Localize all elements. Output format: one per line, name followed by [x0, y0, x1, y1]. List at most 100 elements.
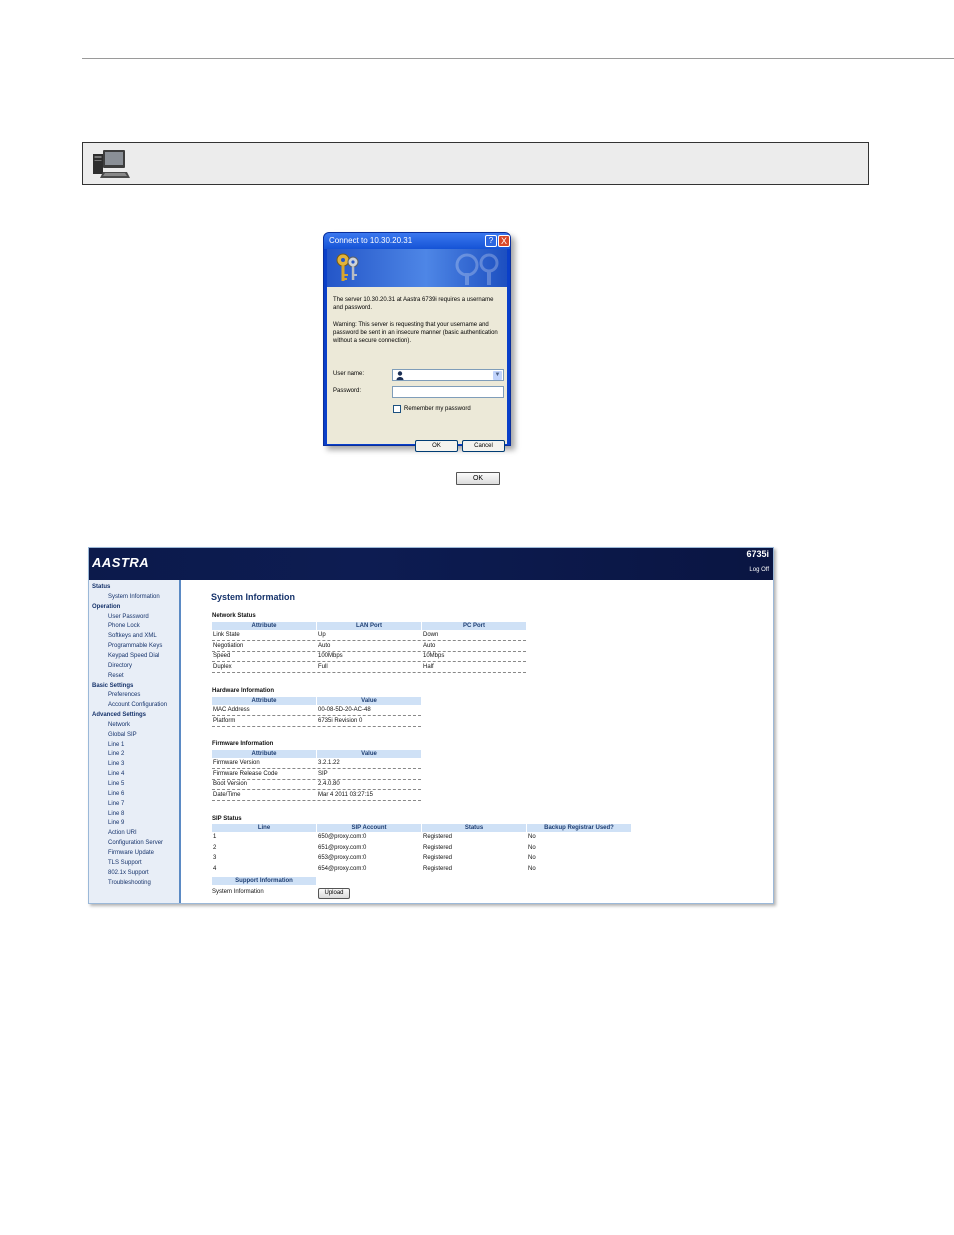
- table-cell: Link State: [213, 632, 240, 638]
- table-header-row: Attribute Value: [212, 750, 421, 758]
- table-cell: No: [528, 844, 536, 851]
- nav-item[interactable]: Action URI: [108, 830, 137, 836]
- nav-item[interactable]: 802.1x Support: [108, 870, 149, 876]
- nav-item[interactable]: Line 7: [108, 801, 124, 807]
- username-label: User name:: [333, 371, 365, 377]
- logoff-link[interactable]: Log Off: [749, 567, 769, 573]
- table-cell: 653@proxy.com:0: [318, 855, 367, 862]
- help-button[interactable]: ?: [485, 235, 497, 247]
- nav-item[interactable]: Keypad Speed Dial: [108, 653, 159, 659]
- nav-item[interactable]: Network: [108, 722, 130, 728]
- keys-icon: [336, 253, 359, 281]
- nav-item[interactable]: Troubleshooting: [108, 880, 151, 886]
- nav-item[interactable]: Programmable Keys: [108, 643, 162, 649]
- table-cell: MAC Address: [213, 707, 250, 713]
- nav-item[interactable]: User Password: [108, 614, 149, 620]
- nav-item[interactable]: Reset: [108, 673, 124, 679]
- login-dialog: Connect to 10.30.20.31 ? X The server 10…: [323, 232, 511, 452]
- nav-item[interactable]: Softkeys and XML: [108, 633, 157, 639]
- table-cell: No: [528, 855, 536, 862]
- dialog-message: The server 10.30.20.31 at Aastra 6739i r…: [333, 297, 494, 311]
- column-header: PC Port: [422, 622, 526, 630]
- table-cell: 00-08-5D-20-AC-48: [318, 707, 371, 713]
- password-label: Password:: [333, 388, 362, 394]
- chevron-down-icon[interactable]: ▼: [493, 371, 502, 380]
- table-row: Firmware Release Code SIP: [212, 770, 421, 780]
- note-box: [82, 142, 869, 185]
- username-field[interactable]: ▼: [392, 369, 504, 381]
- dialog-banner: [327, 249, 507, 287]
- column-header: Value: [317, 750, 421, 758]
- table-cell: Registered: [423, 844, 453, 851]
- nav-item[interactable]: Line 5: [108, 781, 124, 787]
- table-cell: 4: [213, 865, 217, 872]
- close-button[interactable]: X: [498, 235, 510, 247]
- nav-section-heading: Advanced Settings: [92, 712, 147, 719]
- nav-item[interactable]: Configuration Server: [108, 840, 163, 846]
- dialog-ok-button[interactable]: OK: [415, 440, 458, 452]
- sip-status-heading: SIP Status: [212, 816, 242, 822]
- table-cell: Speed: [213, 653, 231, 660]
- table-cell: 2: [213, 844, 217, 851]
- table-cell: 10Mbps: [423, 653, 445, 660]
- web-header: AASTRA 6735i Log Off: [89, 548, 773, 580]
- page-top-rule: [82, 58, 954, 59]
- nav-item[interactable]: Firmware Update: [108, 850, 154, 856]
- table-cell: 654@proxy.com:0: [318, 865, 367, 872]
- nav-item[interactable]: Line 3: [108, 761, 124, 767]
- table-cell: Auto: [318, 642, 331, 649]
- dialog-cancel-button[interactable]: Cancel: [462, 440, 505, 452]
- nav-item[interactable]: Line 9: [108, 820, 124, 826]
- nav-item[interactable]: Line 4: [108, 771, 124, 777]
- user-icon: [396, 371, 404, 380]
- sidebar: Status System Information Operation User Pa…: [89, 580, 181, 903]
- table-cell: 1: [213, 834, 217, 840]
- table-row: Platform 6735i Revision 0: [212, 717, 421, 727]
- table-cell: 650@proxy.com:0: [318, 834, 367, 840]
- dialog-title: Connect to 10.30.20.31: [329, 236, 413, 245]
- column-header: LAN Port: [317, 622, 421, 630]
- table-row: MAC Address 00-08-5D-20-AC-48: [212, 706, 421, 716]
- table-row: 2 651@proxy.com:0 Registered No: [212, 844, 631, 854]
- nav-item[interactable]: Line 8: [108, 811, 124, 817]
- nav-item[interactable]: Directory: [108, 663, 132, 669]
- dialog-warning: Warning: This server is requesting that …: [333, 322, 498, 344]
- support-label: System Information: [212, 889, 264, 895]
- table-cell: Registered: [423, 855, 453, 862]
- nav-item[interactable]: Global SIP: [108, 732, 137, 738]
- column-header: Line: [212, 824, 316, 832]
- nav-item[interactable]: Account Configuration: [108, 702, 167, 708]
- table-row: 3 653@proxy.com:0 Registered No: [212, 854, 631, 864]
- firmware-heading: Firmware Information: [212, 741, 274, 747]
- column-header: Attribute: [212, 750, 316, 758]
- column-header: Value: [317, 697, 421, 705]
- inline-ok-button: OK: [456, 472, 500, 485]
- nav-item[interactable]: TLS Support: [108, 860, 142, 866]
- upload-button[interactable]: Upload: [318, 888, 350, 899]
- table-cell: Up: [318, 632, 326, 638]
- table-cell: Full: [318, 663, 328, 670]
- table-cell: Platform: [213, 717, 236, 724]
- table-cell: Half: [423, 663, 434, 670]
- table-cell: Duplex: [213, 663, 232, 670]
- table-cell: No: [528, 865, 536, 872]
- table-cell: Firmware Version: [213, 760, 260, 766]
- table-cell: 3.2.1.22: [318, 760, 340, 766]
- nav-item[interactable]: Line 2: [108, 751, 124, 757]
- remember-checkbox[interactable]: [393, 405, 401, 413]
- banner-watermark-icon: [455, 253, 499, 285]
- nav-item[interactable]: Line 6: [108, 791, 124, 797]
- computer-icon: [93, 150, 130, 178]
- nav-item[interactable]: System Information: [108, 594, 160, 600]
- nav-item[interactable]: Phone Lock: [108, 623, 140, 629]
- column-header: Attribute: [212, 622, 316, 630]
- table-row: Firmware Version 3.2.1.22: [212, 759, 421, 769]
- dialog-titlebar: Connect to 10.30.20.31 ? X: [324, 233, 510, 249]
- hardware-heading: Hardware Information: [212, 688, 275, 694]
- password-field[interactable]: [392, 386, 504, 398]
- nav-item[interactable]: Preferences: [108, 692, 140, 698]
- table-cell: SIP: [318, 770, 328, 777]
- page-title: System Information: [211, 592, 296, 602]
- table-row: Speed 100Mbps 10Mbps: [212, 652, 526, 663]
- nav-item[interactable]: Line 1: [108, 742, 124, 748]
